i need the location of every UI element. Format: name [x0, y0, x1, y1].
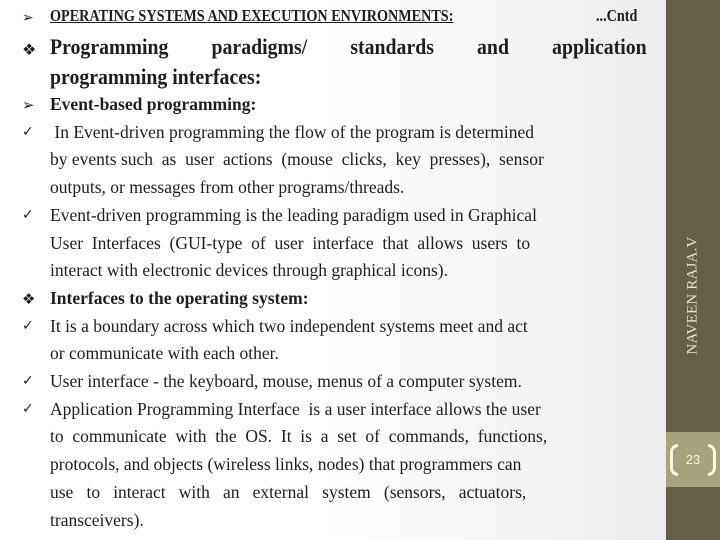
check-bullet-icon: ✓: [22, 373, 34, 389]
heading-word: application: [552, 34, 647, 59]
slide-content: ➢ OPERATING SYSTEMS AND EXECUTION ENVIRO…: [0, 0, 666, 540]
arrow-bullet-icon: ➢: [22, 96, 35, 114]
heading-word: and: [477, 34, 509, 59]
slide-title-row: ➢ OPERATING SYSTEMS AND EXECUTION ENVIRO…: [0, 6, 666, 34]
body-line-text: by events such as user actions (mouse cl…: [50, 149, 544, 170]
heading-word: standards: [350, 34, 434, 59]
body-line-text: User interface - the keyboard, mouse, me…: [50, 371, 522, 391]
body-line-text: interact with electronic devices through…: [50, 260, 448, 281]
arrow-bullet-icon: ➢: [22, 10, 34, 26]
page-number: 23: [685, 452, 701, 467]
body-line-text: or communicate with each other.: [50, 343, 279, 364]
body-line-text: Application Programming Interface is a u…: [50, 398, 541, 419]
body-line-text: outputs, or messages from other programs…: [50, 177, 405, 198]
subheading: Interfaces to the operating system:: [50, 287, 309, 308]
page-number-box: 23: [666, 432, 720, 487]
body-line-text: protocols, and objects (wireless links, …: [50, 454, 522, 475]
subheading: Event-based programming:: [50, 94, 257, 114]
diamond-bullet-icon: ❖: [22, 289, 36, 308]
continued-label: ...Cntd: [596, 6, 638, 25]
body-line-text: It is a boundary across which two indepe…: [50, 315, 528, 336]
body-line-text: Event-driven programming is the leading …: [50, 204, 537, 225]
right-bracket-icon: [708, 444, 716, 476]
body-line-text: use to interact with an external system …: [50, 481, 527, 502]
diamond-bullet-icon: ❖: [22, 40, 37, 59]
check-bullet-icon: ✓: [22, 317, 34, 334]
left-bracket-icon: [670, 444, 678, 476]
author-name: NAVEEN RAJA.V: [684, 235, 701, 355]
author-label: NAVEEN RAJA.V: [666, 200, 720, 390]
section-heading: Programming paradigms/standards and applica…: [50, 34, 647, 60]
check-bullet-icon: ✓: [22, 206, 34, 223]
slide-title: OPERATING SYSTEMS AND EXECUTION ENVIRONM…: [50, 6, 454, 25]
check-bullet-icon: ✓: [22, 123, 34, 140]
body-line-text: to communicate with the OS. It is a set …: [50, 426, 548, 447]
check-bullet-icon: ✓: [22, 400, 34, 417]
body-line-text: In Event-driven programming the flow of …: [50, 121, 535, 142]
section-heading-cont: programming interfaces:: [50, 64, 262, 89]
heading-word: paradigms/: [211, 34, 308, 59]
heading-word: Programming: [50, 34, 169, 59]
body-line-text: transceivers).: [50, 509, 144, 530]
body-line-text: User Interfaces (GUI-type of user interf…: [50, 232, 531, 253]
